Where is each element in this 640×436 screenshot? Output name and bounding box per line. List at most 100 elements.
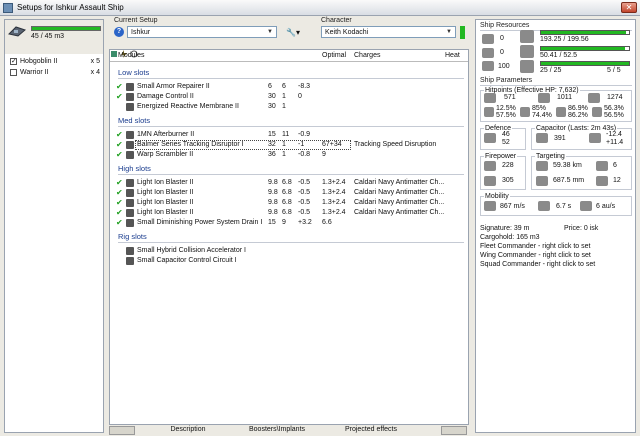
velocity: 867 m/s (500, 203, 525, 210)
module-icon (126, 103, 134, 111)
module-active-check[interactable]: ✔ (116, 150, 123, 159)
fleet-commander[interactable]: Fleet Commander - right click to set (480, 243, 590, 250)
close-button[interactable]: ✕ (621, 2, 637, 13)
col-modules[interactable]: Modules (118, 52, 144, 59)
targeting-title: Targeting (535, 153, 566, 160)
drone-bay-bar (540, 61, 630, 66)
wrench-dropdown-icon[interactable]: 🔧▾ (286, 28, 306, 38)
calibration-value: 100 (498, 63, 510, 70)
defence-value-2: 52 (502, 139, 510, 146)
bottom-tabs: Description Boosters\Implants Projected … (109, 426, 469, 435)
capacitor-icon (536, 133, 548, 143)
module-icon (126, 209, 134, 217)
tab-description[interactable]: Description (153, 426, 223, 435)
module-row[interactable]: Small Hybrid Collision Accelerator I (110, 246, 468, 256)
module-cap-use: -8.3 (298, 83, 311, 90)
cpu-icon (520, 30, 534, 43)
turret-damage-icon (484, 161, 496, 171)
module-power: 6.8 (282, 179, 292, 186)
drone-item[interactable]: Warrior II x 4 (10, 68, 102, 78)
module-cpu: 15 (268, 219, 276, 226)
drone-bay-bar (31, 26, 101, 31)
title-bar: Setups for Ishkur Assault Ship ✕ (0, 0, 640, 16)
module-active-check[interactable]: ✔ (116, 82, 123, 91)
module-row[interactable]: Small Capacitor Control Circuit I (110, 256, 468, 266)
character-value: Keith Kodachi (325, 29, 369, 36)
drone-damage-icon (484, 176, 496, 186)
col-heat[interactable]: Heat (445, 52, 460, 59)
module-row[interactable]: ✔ Light Ion Blaster II 9.8 6.8 -0.5 1.3+2.4 Ca… (110, 198, 468, 208)
align-time: 6.7 s (556, 203, 572, 210)
module-name: Small Capacitor Control Circuit I (137, 257, 237, 264)
module-row[interactable]: Energized Reactive Membrane II 30 1 (110, 102, 468, 112)
module-row[interactable]: ✔ Balmer Series Tracking Disruptor I 32 1 -1… (110, 140, 468, 150)
module-active-check[interactable]: ✔ (116, 92, 123, 101)
module-power: 6.8 (282, 209, 292, 216)
module-charges: Caldari Navy Antimatter Ch... (354, 179, 445, 186)
shield-hp: 571 (504, 94, 516, 101)
module-active-check[interactable]: ✔ (116, 218, 123, 227)
module-row[interactable]: ✔ Damage Control II 30 1 0 (110, 92, 468, 102)
character-select[interactable]: Keith Kodachi ▼ (321, 26, 456, 38)
module-row[interactable]: ✔ Warp Scrambler II 36 1 -0.8 9 (110, 150, 468, 160)
tab-projected-effects[interactable]: Projected effects (331, 426, 411, 435)
col-charges[interactable]: Charges (354, 52, 380, 59)
current-setup-select[interactable]: Ishkur ▼ (127, 26, 277, 38)
module-power: 1 (282, 151, 286, 158)
module-row[interactable]: ✔ Light Ion Blaster II 9.8 6.8 -0.5 1.3+2.4 Ca… (110, 208, 468, 218)
module-power: 1 (282, 141, 286, 148)
section-divider (118, 126, 464, 127)
module-power: 6.8 (282, 189, 292, 196)
cargohold: Cargohold: 165 m3 (480, 234, 540, 241)
max-targets: 6 (613, 162, 617, 169)
module-power: 1 (282, 93, 286, 100)
module-cpu: 15 (268, 131, 276, 138)
module-active-check[interactable]: ✔ (116, 130, 123, 139)
module-row[interactable]: ✔ Light Ion Blaster II 9.8 6.8 -0.5 1.3+2.4 Ca… (110, 188, 468, 198)
module-active-check[interactable]: ✔ (116, 198, 123, 207)
hitpoints-title: Hitpoints (Effective HP: 7,632) (484, 87, 580, 94)
col-optimal[interactable]: Optimal (322, 52, 346, 59)
module-icon (126, 141, 134, 149)
drone-item[interactable]: ✓ Hobgoblin II x 5 (10, 57, 102, 67)
drone-bay-bar-fill (32, 27, 100, 30)
module-active-check[interactable]: ✔ (116, 188, 123, 197)
module-cap-use: -0.5 (298, 189, 311, 196)
module-row[interactable]: ✔ 1MN Afterburner II 15 11 -0.9 (110, 130, 468, 140)
module-active-check[interactable]: ✔ (116, 140, 123, 149)
tab-boosters-implants[interactable]: Boosters\Implants (237, 426, 317, 435)
module-row[interactable]: ✔ Light Ion Blaster II 9.8 6.8 -0.5 1.3+2.4 Ca… (110, 178, 468, 188)
module-active-check[interactable]: ✔ (116, 208, 123, 217)
squad-commander[interactable]: Squad Commander - right click to set (480, 261, 595, 268)
drone-checkbox[interactable] (10, 69, 17, 76)
module-name: Light Ion Blaster II (137, 199, 194, 206)
cpu-icon[interactable] (110, 50, 118, 58)
module-row[interactable]: ✔ Small Armor Repairer II 6 6 -8.3 (110, 82, 468, 92)
kinetic-resist-icon (556, 107, 566, 117)
capacitor-title: Capacitor (Lasts: 2m 43s) (535, 125, 618, 132)
wing-commander[interactable]: Wing Commander - right click to set (480, 252, 591, 259)
module-name: Damage Control II (137, 93, 194, 100)
module-power: 6.8 (282, 199, 292, 206)
shield-icon (484, 93, 496, 103)
module-cap-use: 0 (298, 93, 302, 100)
tab-scroll-right[interactable] (441, 426, 467, 435)
help-icon[interactable]: ? (114, 27, 124, 37)
module-cap-use: +3.2 (298, 219, 312, 226)
module-name: Balmer Series Tracking Disruptor I (137, 141, 244, 148)
module-active-check[interactable]: ✔ (116, 178, 123, 187)
module-power: 6 (282, 83, 286, 90)
firepower-title: Firepower (484, 153, 518, 160)
character-label: Character (321, 17, 352, 24)
tab-scroll-left[interactable] (109, 426, 135, 435)
module-row[interactable]: ✔ Small Diminishing Power System Drain I 1… (110, 218, 468, 228)
module-name: Small Diminishing Power System Drain I (137, 219, 263, 226)
warp-speed-icon (580, 201, 592, 211)
defence-icon (484, 133, 496, 143)
drone-checkbox[interactable]: ✓ (10, 58, 17, 65)
velocity-icon (484, 201, 496, 211)
section-title: Low slots (118, 68, 150, 77)
module-name: Light Ion Blaster II (137, 189, 194, 196)
thermal-resist-icon (520, 107, 530, 117)
armor-icon (538, 93, 550, 103)
